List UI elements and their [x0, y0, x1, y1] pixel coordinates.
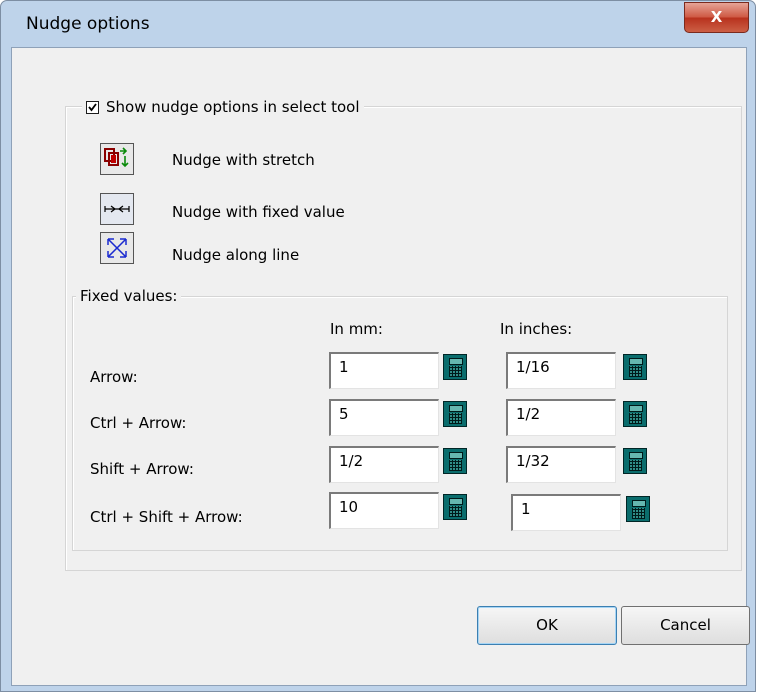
cancel-button[interactable]: Cancel	[621, 606, 750, 645]
ctrl-shift-arrow-inches-input[interactable]: 1	[511, 494, 621, 531]
show-nudge-options-checkbox[interactable]: Show nudge options in select tool	[82, 98, 364, 116]
row-label-ctrl-arrow: Ctrl + Arrow:	[90, 414, 187, 432]
nudge-stretch-button[interactable]	[100, 143, 134, 175]
nudge-along-line-button[interactable]	[100, 232, 134, 264]
calculator-icon[interactable]	[443, 494, 467, 520]
nudge-along-line-label: Nudge along line	[172, 246, 300, 264]
nudge-fixed-value-button[interactable]	[100, 193, 134, 225]
row-label-shift-arrow: Shift + Arrow:	[90, 460, 194, 478]
nudge-options-dialog: Nudge options X Show nudge options in se…	[0, 0, 756, 692]
calculator-icon[interactable]	[443, 448, 467, 474]
calculator-icon[interactable]	[443, 401, 467, 427]
row-label-arrow: Arrow:	[90, 368, 138, 386]
arrow-inches-input[interactable]: 1/16	[506, 352, 616, 389]
checkmark-icon	[88, 102, 97, 111]
stretch-icon	[104, 147, 129, 168]
column-header-inches: In inches:	[500, 320, 573, 338]
ctrl-shift-arrow-mm-input[interactable]: 10	[329, 492, 439, 529]
fixed-values-title: Fixed values:	[80, 287, 178, 305]
calculator-icon[interactable]	[623, 354, 647, 380]
shift-arrow-inches-input[interactable]: 1/32	[506, 446, 616, 483]
calculator-icon[interactable]	[443, 354, 467, 380]
along-line-icon	[107, 238, 127, 258]
column-header-mm: In mm:	[330, 320, 383, 338]
checkbox-box[interactable]	[86, 100, 99, 114]
calculator-icon[interactable]	[626, 496, 650, 522]
close-button[interactable]: X	[684, 2, 749, 33]
nudge-stretch-label: Nudge with stretch	[172, 151, 315, 169]
shift-arrow-mm-input[interactable]: 1/2	[329, 446, 439, 483]
arrow-mm-input[interactable]: 1	[329, 352, 439, 389]
ctrl-arrow-mm-input[interactable]: 5	[329, 399, 439, 436]
ok-button[interactable]: OK	[477, 606, 617, 645]
window-title: Nudge options	[26, 14, 150, 34]
title-bar[interactable]: Nudge options X	[1, 1, 755, 47]
calculator-icon[interactable]	[623, 448, 647, 474]
nudge-fixed-value-label: Nudge with fixed value	[172, 203, 345, 221]
fixed-value-icon	[104, 205, 130, 213]
fixed-values-legend: Fixed values:	[76, 287, 182, 305]
dialog-body: Show nudge options in select tool Nudge …	[11, 47, 750, 686]
calculator-icon[interactable]	[623, 401, 647, 427]
ctrl-arrow-inches-input[interactable]: 1/2	[506, 399, 616, 436]
row-label-ctrl-shift-arrow: Ctrl + Shift + Arrow:	[90, 508, 243, 526]
checkbox-label: Show nudge options in select tool	[106, 98, 360, 116]
